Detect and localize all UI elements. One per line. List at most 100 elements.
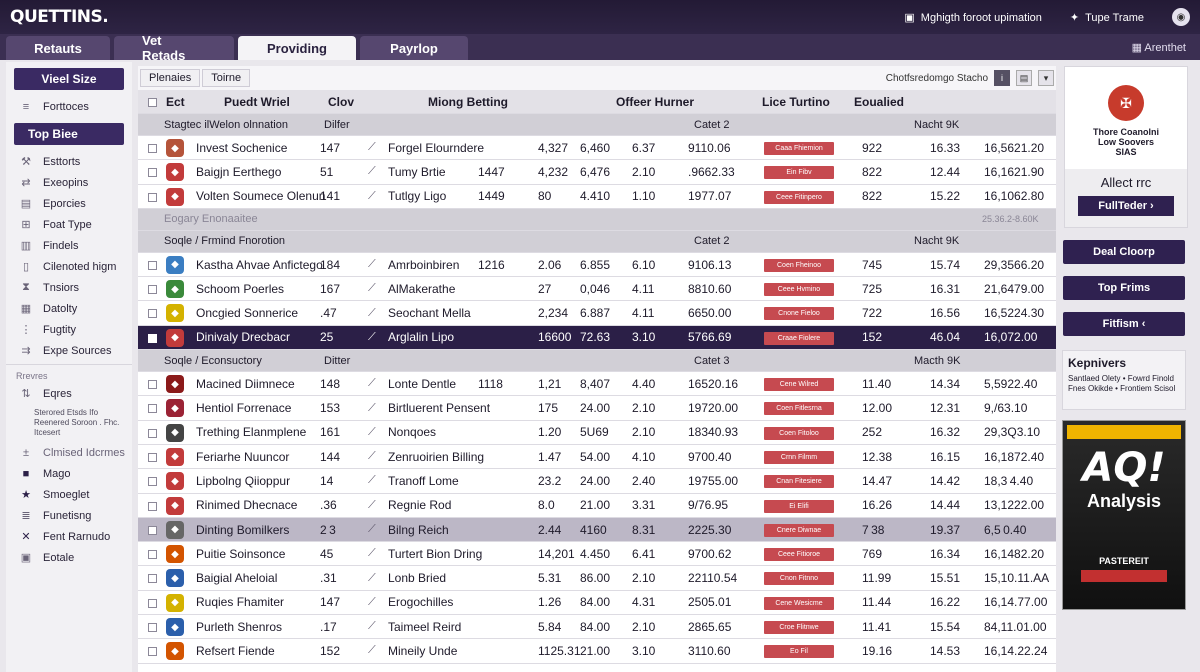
row-checkbox[interactable] (148, 144, 157, 153)
status-button[interactable]: Coen Fitlesrna (764, 402, 834, 416)
sidebar-item-8[interactable]: ⋮ Fugtity (6, 319, 132, 340)
sidebar-item-forttoces[interactable]: ≡ Forttoces (6, 96, 132, 117)
sidebar-item-sub[interactable]: ± Clmised Idcrmes (6, 442, 132, 463)
header-g: Eoualied (854, 94, 905, 109)
row-checkbox[interactable] (148, 501, 157, 511)
header-checkbox[interactable] (148, 98, 157, 107)
chevron-down-icon[interactable]: ▾ (1038, 70, 1054, 86)
row-checkbox[interactable] (148, 260, 157, 270)
table-row[interactable]: ◆ Trething Elanmplene 161 ⟋ Nonqoes 1.20 5U69 2… (138, 421, 1056, 445)
sidebar-item-4[interactable]: ▥ Findels (6, 235, 132, 256)
sidebar-item-funetisng[interactable]: ≣ Funetisng (6, 505, 132, 526)
row-checkbox[interactable] (148, 192, 157, 202)
cell-f: 19720.00 (688, 401, 739, 416)
row-checkbox[interactable] (148, 598, 157, 608)
status-button[interactable]: Cnon Fitnno (764, 572, 834, 586)
table-row[interactable]: ◆ Invest Sochenice 147 ⟋ Forgel Elourndere 4,… (138, 136, 1056, 161)
top-right-item-2[interactable]: ✦ Tupe Trame (1070, 11, 1144, 24)
sidebar-item-fent[interactable]: ✕ Fent Rarnudo (6, 526, 132, 547)
table-row[interactable]: ◆ Lipbolng Qiioppur 14 ⟋ Tranoff Lome 23.2 24.… (138, 469, 1056, 494)
info-icon[interactable]: i (994, 70, 1010, 86)
tab-right-link[interactable]: ▦ Arenthet (1132, 41, 1186, 54)
tab-payrlop[interactable]: Payrlop (360, 36, 468, 60)
status-button[interactable]: Cnan Fitesiere (764, 475, 834, 489)
table-row[interactable]: ◆ Schoom Poerles 167 ⟋ AlMakerathe 27 0,046 4.1… (138, 277, 1056, 302)
status-button[interactable]: Caaa Fhiemion (764, 142, 834, 155)
status-button[interactable]: Crnn Filmm (764, 450, 834, 464)
table-row[interactable]: ◆ Volten Soumece Olenun 141 ⟋ Tutlgy Ligo 144… (138, 185, 1056, 209)
row-checkbox[interactable] (148, 623, 157, 633)
sidebar-item-smoeglet[interactable]: ★ Smoeglet (6, 484, 132, 505)
table-row[interactable]: ◆ Baigjn Eerthego 51 ⟋ Tumy Brtie 1447 4,232 6,… (138, 160, 1056, 185)
sidebar-item-7[interactable]: ▦ Datolty (6, 298, 132, 319)
fitfism-button[interactable]: Fitfism ‹ (1063, 312, 1185, 336)
sidebar-item-9[interactable]: ⇉ Expe Sources (6, 340, 132, 361)
status-button[interactable]: Croe Flitnwe (764, 621, 834, 635)
table-row[interactable]: ◆ Macined Diimnece 148 ⟋ Lonte Dentle 1118 1,2… (138, 372, 1056, 397)
sidebar-item-6[interactable]: ⧗ Tnsiors (6, 277, 132, 298)
print-icon[interactable]: ▤ (1016, 70, 1032, 86)
subtab-plenaies[interactable]: Plenaies (140, 69, 201, 87)
row-checkbox[interactable] (148, 525, 157, 535)
table-row[interactable]: ◆ Dinivaly Drecbacr 25 ⟋ Arglalin Lipo 16600 7… (138, 325, 1056, 351)
table-row[interactable]: ◆ Feriarhe Nuuncor 144 ⟋ Zenruoirien Billing… (138, 445, 1056, 470)
status-button[interactable]: Ein Fibv (764, 166, 834, 180)
row-checkbox[interactable] (148, 477, 157, 487)
sidebar-item-0[interactable]: ⚒ Esttorts (6, 151, 132, 172)
row-checkbox[interactable] (148, 309, 157, 319)
table-row[interactable]: ◆ Rinimed Dhecnace .36 ⟋ Regnie Rod 8.0 21.00 3… (138, 494, 1056, 518)
table-row[interactable]: ◆ Ruqies Fhamiter 147 ⟋ Erogochilles 1.26 84.0… (138, 591, 1056, 616)
status-button[interactable]: Coen Fheinoo (764, 258, 834, 272)
top-right-item-1[interactable]: ▣ Mghigth foroot upimation (904, 11, 1041, 24)
sidebar-button-top[interactable]: Top Biee (14, 123, 124, 145)
sidebar-item-3[interactable]: ⊞ Foat Type (6, 214, 132, 235)
sidebar-item-5[interactable]: ▯ Cilenoted higm (6, 256, 132, 277)
table-row[interactable]: ◆ Puitie Soinsonce 45 ⟋ Turtert Bion Dring 14… (138, 542, 1056, 567)
status-button[interactable]: Eo Fil (764, 645, 834, 659)
table-row[interactable]: ◆ Kastha Ahvae Anfictego 184 ⟋ Amrboinbiren 1… (138, 253, 1056, 278)
sidebar-button-view-size[interactable]: Vieel Size (14, 68, 124, 90)
status-button[interactable]: Cene Wilred (764, 378, 834, 392)
sidebar-item-1[interactable]: ⇄ Exeopins (6, 172, 132, 193)
status-button[interactable]: Ceee Fitioroe (764, 548, 834, 562)
ad-banner[interactable]: AQ! Analysis PASTEREIT (1062, 420, 1186, 610)
deal-button[interactable]: Deal Cloorp (1063, 240, 1185, 264)
sidebar-item-eotale[interactable]: ▣ Eotale (6, 547, 132, 568)
table-row[interactable]: ◆ Refsert Fiende 152 ⟋ Mineily Unde 1125.31 21… (138, 639, 1056, 664)
sidebar-item-mago[interactable]: ■ Mago (6, 463, 132, 484)
tab-vet-retads[interactable]: Vet Retads (114, 33, 234, 63)
status-button[interactable]: Coen Fitoloo (764, 426, 834, 440)
row-checkbox[interactable] (148, 574, 157, 584)
status-button[interactable]: Ceee Hvmino (764, 283, 834, 297)
status-button[interactable]: Craae Fiolere (764, 331, 834, 345)
top-frims-button[interactable]: Top Frims (1063, 276, 1185, 300)
row-checkbox[interactable] (148, 380, 157, 390)
row-checkbox[interactable] (148, 168, 157, 178)
sidebar-item-2[interactable]: ▤ Eporcies (6, 193, 132, 214)
status-button[interactable]: Ceee Fitinpero (764, 190, 834, 204)
row-checkbox[interactable] (148, 550, 157, 560)
table-row[interactable]: ◆ Purleth Shenros .17 ⟋ Taimeel Reird 5.84 84.… (138, 615, 1056, 640)
table-row[interactable]: ◆ Oncgied Sonnerice .47 ⟋ Seochant Mella 2,23… (138, 301, 1056, 326)
full-trader-button[interactable]: FullTeder › (1078, 196, 1174, 216)
row-checkbox[interactable] (148, 333, 157, 343)
row-checkbox[interactable] (148, 404, 157, 414)
row-checkbox[interactable] (148, 285, 157, 295)
cell-a: 147 (320, 140, 341, 155)
user-avatar[interactable]: ◉ (1172, 8, 1190, 26)
table-row[interactable]: ◆ Hentiol Forrenace 153 ⟋ Birtluerent Pensen… (138, 396, 1056, 421)
table-row[interactable]: ◆ Dinting Bomilkers 2 3 ⟋ Bilng Reich 2.44 416… (138, 517, 1056, 543)
cell-h: 15.51 (930, 571, 961, 586)
table-row[interactable]: ◆ Baigial Aheloial .31 ⟋ Lonb Bried 5.31 86.00… (138, 566, 1056, 591)
sidebar-item-eqres[interactable]: ⇅ Eqres (6, 383, 132, 404)
row-checkbox[interactable] (148, 428, 157, 438)
status-button[interactable]: Cnere Diwnae (764, 523, 834, 537)
tab-retauts[interactable]: Retauts (6, 36, 110, 60)
status-button[interactable]: Cene Wesicme (764, 596, 834, 610)
row-checkbox[interactable] (148, 452, 157, 462)
tab-providing[interactable]: Providing (238, 36, 356, 60)
subtab-toirne[interactable]: Toirne (202, 69, 251, 87)
status-button[interactable]: Ei Elifi (764, 499, 834, 513)
status-button[interactable]: Cnone Fieloo (764, 307, 834, 321)
row-checkbox[interactable] (148, 647, 157, 657)
